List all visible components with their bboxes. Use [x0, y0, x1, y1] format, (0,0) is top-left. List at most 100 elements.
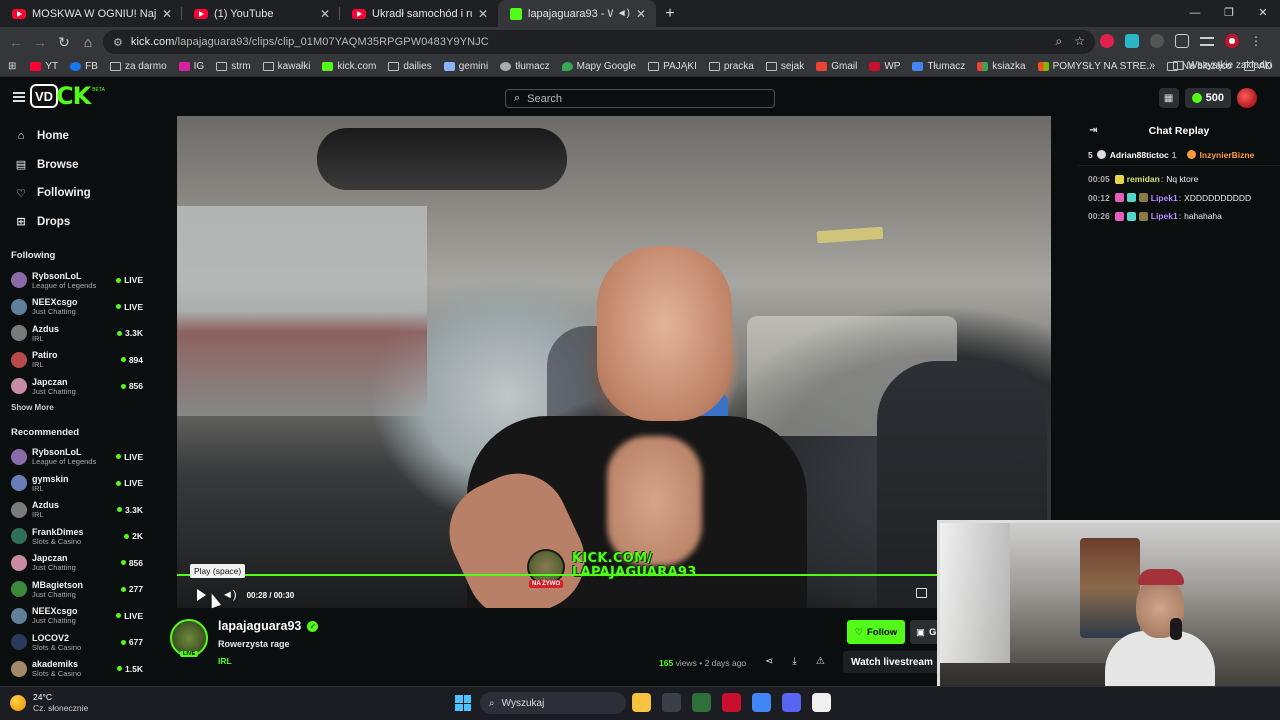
sidebar-channel[interactable]: RybsonLoL League of Legends LIVE: [0, 444, 153, 471]
nav-home[interactable]: ⌂ Home: [0, 122, 153, 151]
bookmark-item[interactable]: kick.com: [322, 61, 376, 72]
discord-icon[interactable]: [782, 693, 801, 712]
follow-button[interactable]: ♡ Follow: [847, 620, 905, 644]
nav-following[interactable]: ♡ Following: [0, 179, 153, 208]
more-bookmarks-button[interactable]: »: [1150, 60, 1156, 71]
puzzle-icon[interactable]: [1175, 34, 1189, 48]
watch-livestream-button[interactable]: Watch livestream: [843, 651, 941, 673]
sidebar-channel[interactable]: Japczan Just Chatting 856: [0, 373, 153, 400]
windows-start-icon[interactable]: [455, 695, 471, 711]
app-icon-2[interactable]: [662, 693, 681, 712]
sidebar-channel[interactable]: Azdus IRL 3.3K: [0, 497, 153, 524]
bookmark-folder[interactable]: pracka: [708, 61, 754, 72]
home-icon[interactable]: ⌂: [76, 34, 100, 50]
url-input[interactable]: ⚙ kick.com/lapajaguara93/clips/clip_01M0…: [103, 30, 1095, 54]
bookmark-folder[interactable]: strm: [216, 61, 251, 72]
user-avatar[interactable]: [1237, 88, 1257, 108]
kicks-balance-button[interactable]: 500: [1184, 88, 1231, 108]
share-icon[interactable]: ⋖: [765, 656, 773, 667]
bookmark-item[interactable]: YT: [30, 61, 58, 72]
back-icon[interactable]: ←: [4, 34, 28, 50]
sidebar-channel[interactable]: Azdus IRL 3.3K: [0, 320, 153, 347]
browser-tab[interactable]: MOSKWA W OGNIU! Największ ✕: [0, 0, 182, 27]
chat-username[interactable]: Lipek1: [1151, 211, 1178, 221]
channel-name[interactable]: lapajaguara93 ✓: [218, 619, 319, 633]
report-icon[interactable]: ⚠: [816, 656, 825, 667]
browser-tab-active[interactable]: lapajaguara93 - Watch clips ◄) ✕: [498, 0, 656, 27]
bookmark-folder[interactable]: PAJĄKI: [648, 61, 697, 72]
nav-browse[interactable]: ▤ Browse: [0, 151, 153, 180]
close-window-icon[interactable]: ✕: [1246, 0, 1280, 27]
clip-category[interactable]: IRL: [218, 656, 232, 666]
chat-username[interactable]: Lipek1: [1151, 193, 1178, 203]
new-tab-button[interactable]: +: [656, 0, 684, 27]
nav-drops[interactable]: ⊞ Drops: [0, 208, 153, 237]
play-button[interactable]: [197, 589, 206, 601]
bookmark-folder[interactable]: dailies: [388, 61, 432, 72]
sidebar-channel[interactable]: Patiro IRL 894: [0, 347, 153, 374]
sidebar-channel[interactable]: MBagietson Just Chatting 277: [0, 576, 153, 603]
bookmark-folder[interactable]: za darmo: [109, 61, 167, 72]
bookmark-item[interactable]: Mapy Google: [561, 61, 636, 72]
sidebar-channel[interactable]: LOCOV2 Slots & Casino 677: [0, 629, 153, 656]
hamburger-menu-icon[interactable]: [13, 92, 25, 104]
extension-icon[interactable]: [1150, 34, 1164, 48]
reload-icon[interactable]: ↻: [52, 34, 76, 51]
volume-icon[interactable]: ◄): [222, 589, 237, 601]
search-input[interactable]: ⌕ Search: [505, 89, 775, 108]
kick-logo[interactable]: VD CK BETA: [30, 82, 105, 110]
sidebar-channel[interactable]: NEEXcsgo Just Chatting LIVE: [0, 294, 153, 321]
bookmark-folder[interactable]: sejak: [765, 61, 804, 72]
bookmark-item[interactable]: IG: [178, 61, 204, 72]
sidebar-channel[interactable]: NEEXcsgo Just Chatting LIVE: [0, 603, 153, 630]
bookmark-item[interactable]: gemini: [443, 61, 488, 72]
bookmark-item[interactable]: ksiazka: [977, 61, 1026, 72]
close-icon[interactable]: ✕: [162, 7, 172, 21]
sidebar-channel[interactable]: gymskin IRL LIVE: [0, 470, 153, 497]
browser-tab[interactable]: Ukradł samochód i ruszył na ro ✕: [340, 0, 498, 27]
rewards-icon[interactable]: ▦: [1158, 88, 1179, 108]
media-icon[interactable]: [1200, 36, 1214, 46]
record-extension-icon[interactable]: [1100, 34, 1114, 48]
opera-icon[interactable]: [722, 693, 741, 712]
close-icon[interactable]: ✕: [478, 7, 488, 21]
chrome-icon[interactable]: [752, 693, 771, 712]
forward-icon[interactable]: →: [28, 34, 52, 50]
speaker-icon[interactable]: ◄): [617, 8, 630, 19]
menu-icon[interactable]: ⋮: [1250, 34, 1262, 48]
all-bookmarks-folder[interactable]: Wszystkie zakładki: [1173, 60, 1272, 71]
sidebar-channel[interactable]: RybsonLoL League of Legends LIVE: [0, 267, 153, 294]
restore-icon[interactable]: ❐: [1212, 0, 1246, 27]
bookmark-star-icon[interactable]: ☆: [1074, 34, 1085, 49]
sidebar-channel[interactable]: akademiks Slots & Casino 1.5K: [0, 656, 153, 683]
close-icon[interactable]: ✕: [320, 7, 330, 21]
show-more-button[interactable]: Show More: [0, 403, 153, 412]
app-icon-3[interactable]: [692, 693, 711, 712]
bookmark-item[interactable]: POMYSŁY NA STRE...: [1037, 61, 1155, 72]
site-info-icon[interactable]: ⚙: [113, 36, 123, 49]
collapse-chat-icon[interactable]: ⇥: [1089, 125, 1097, 136]
extension-icon[interactable]: [1125, 34, 1139, 48]
sidebar-channel[interactable]: FrankDimes Slots & Casino 2K: [0, 523, 153, 550]
video-player[interactable]: KICK.COM/LAPAJAGUARA93 NA ŻYWO: [177, 116, 1051, 608]
zoom-icon[interactable]: ⌕: [1056, 34, 1063, 49]
close-icon[interactable]: ✕: [636, 7, 646, 21]
app-icon-7[interactable]: [812, 693, 831, 712]
minimize-icon[interactable]: —: [1178, 0, 1212, 27]
bookmark-item[interactable]: Gmail: [816, 61, 857, 72]
bookmark-item[interactable]: tłumacz: [500, 61, 550, 72]
download-icon[interactable]: ⤓: [792, 656, 796, 667]
bookmark-item[interactable]: FB: [70, 61, 98, 72]
apps-icon[interactable]: ⊞: [8, 61, 16, 72]
profile-icon[interactable]: [1225, 34, 1239, 48]
file-explorer-icon[interactable]: [632, 693, 651, 712]
browser-tab[interactable]: (1) YouTube ✕: [182, 0, 340, 27]
bookmark-item[interactable]: WP: [869, 61, 900, 72]
bookmark-item[interactable]: Tłumacz: [912, 61, 965, 72]
sidebar-channel[interactable]: Japczan Just Chatting 856: [0, 550, 153, 577]
picture-in-picture-icon[interactable]: [916, 588, 927, 598]
bookmark-folder[interactable]: kawałki: [262, 61, 310, 72]
video-progress-bar[interactable]: [177, 574, 942, 576]
taskbar-search[interactable]: ⌕ Wyszukaj: [480, 692, 626, 714]
chat-username[interactable]: remidan: [1127, 174, 1160, 184]
